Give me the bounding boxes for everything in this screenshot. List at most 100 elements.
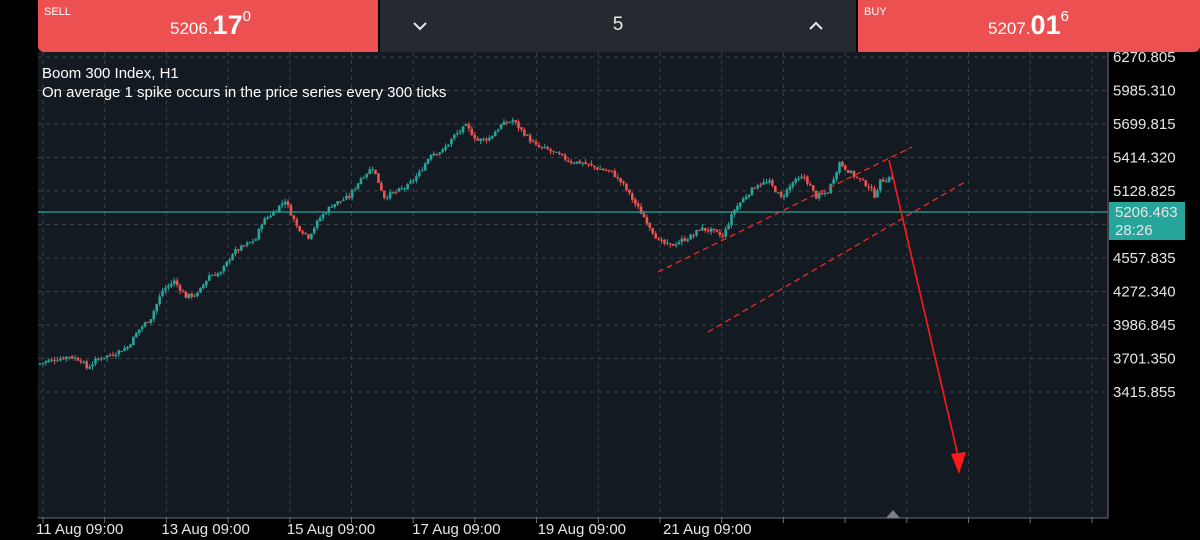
candle-body [318,218,322,222]
sell-button[interactable]: SELL 5206.170 [38,0,378,52]
candle-body [400,188,404,190]
candle-body [269,215,272,218]
candle-body [788,186,792,190]
candle-body [222,266,226,272]
buy-price-big: 01 [1030,10,1061,40]
candle-body [283,201,287,205]
candle-body [199,287,202,293]
candle-body [356,183,360,189]
candle-body [803,176,806,178]
candle-body [193,295,196,297]
candle-body [782,195,786,198]
candle-body [689,234,692,240]
candle-body [552,150,555,152]
candle-body [531,141,535,143]
candle-body [648,223,652,228]
candle-body [105,355,109,358]
candle-body [450,138,453,145]
candle-body [429,154,433,160]
candle-body [668,243,672,245]
candle-body [765,182,768,184]
candle-body [645,217,649,224]
candle-body [324,213,328,215]
candle-body [776,192,780,194]
price-tick-label: 5699.815 [1113,116,1176,133]
candle-body [642,213,646,218]
candle-body [528,135,532,142]
candle-body [202,284,205,288]
candle-body [438,152,442,155]
price-tick-label: 3986.845 [1113,317,1176,334]
candle-body [140,326,144,330]
candle-body [800,176,803,179]
candle-body [622,181,625,184]
candle-body [254,239,258,241]
candle-body [134,333,138,338]
candle-body [666,242,669,244]
candle-body [488,137,491,141]
candle-body [590,163,593,166]
candle-body [844,165,847,170]
candle-body [117,350,121,355]
candle-body [701,227,704,231]
candle-body [628,189,631,193]
candle-body [129,344,132,348]
candle-body [806,176,809,184]
candle-body [170,283,173,287]
candle-body [578,160,582,164]
candle-body [773,186,777,193]
candle-body [631,193,634,200]
candle-body [467,124,471,129]
candle-body [514,120,517,123]
candle-body [420,170,424,172]
candle-body [359,178,363,184]
buy-button[interactable]: BUY 5207.016 [858,0,1200,52]
candle-body [330,206,334,208]
candle-body [257,228,261,240]
sell-label: SELL [44,6,71,18]
candle-body [53,360,56,362]
candle-body [123,348,126,351]
candle-body [345,195,348,200]
candle-body [473,134,477,139]
price-chart[interactable]: 6270.805 5985.310 5699.815 5414.320 5128.825… [0,52,1200,540]
volume-value[interactable]: 5 [380,14,856,36]
chevron-up-icon[interactable] [806,16,826,36]
candle-body [695,230,698,236]
candle-body [132,336,135,346]
candle-body [750,187,754,196]
candle-body [310,233,313,239]
candle-body [508,121,512,123]
candle-body [461,126,465,133]
candle-body [572,163,576,165]
candle-body [190,293,194,297]
candle-body [315,220,319,228]
candle-body [879,179,882,191]
candle-body [768,180,771,183]
candle-body [228,259,231,262]
candle-body [418,171,421,176]
candle-body [455,133,459,135]
candle-body [126,346,129,349]
candle-body [245,242,249,246]
candle-body [756,185,760,189]
candle-body [706,230,710,232]
current-price-badge: 5206.463 28:26 [1109,202,1185,240]
candle-body [426,158,430,164]
candle-body [525,134,529,136]
candle-body [744,196,748,200]
candle-body [146,321,150,323]
candle-body [534,141,538,145]
candle-body [753,187,757,189]
candle-body [841,161,844,167]
candle-body [242,245,246,247]
candle-body [476,138,479,141]
time-tick-label: 11 Aug 09:00 [36,521,123,538]
candle-body [852,171,856,177]
candle-body [444,146,447,150]
candle-body [677,242,681,245]
candle-body [362,177,366,179]
candle-body [394,191,398,193]
candle-body [167,285,170,288]
volume-control: 5 [380,0,856,52]
